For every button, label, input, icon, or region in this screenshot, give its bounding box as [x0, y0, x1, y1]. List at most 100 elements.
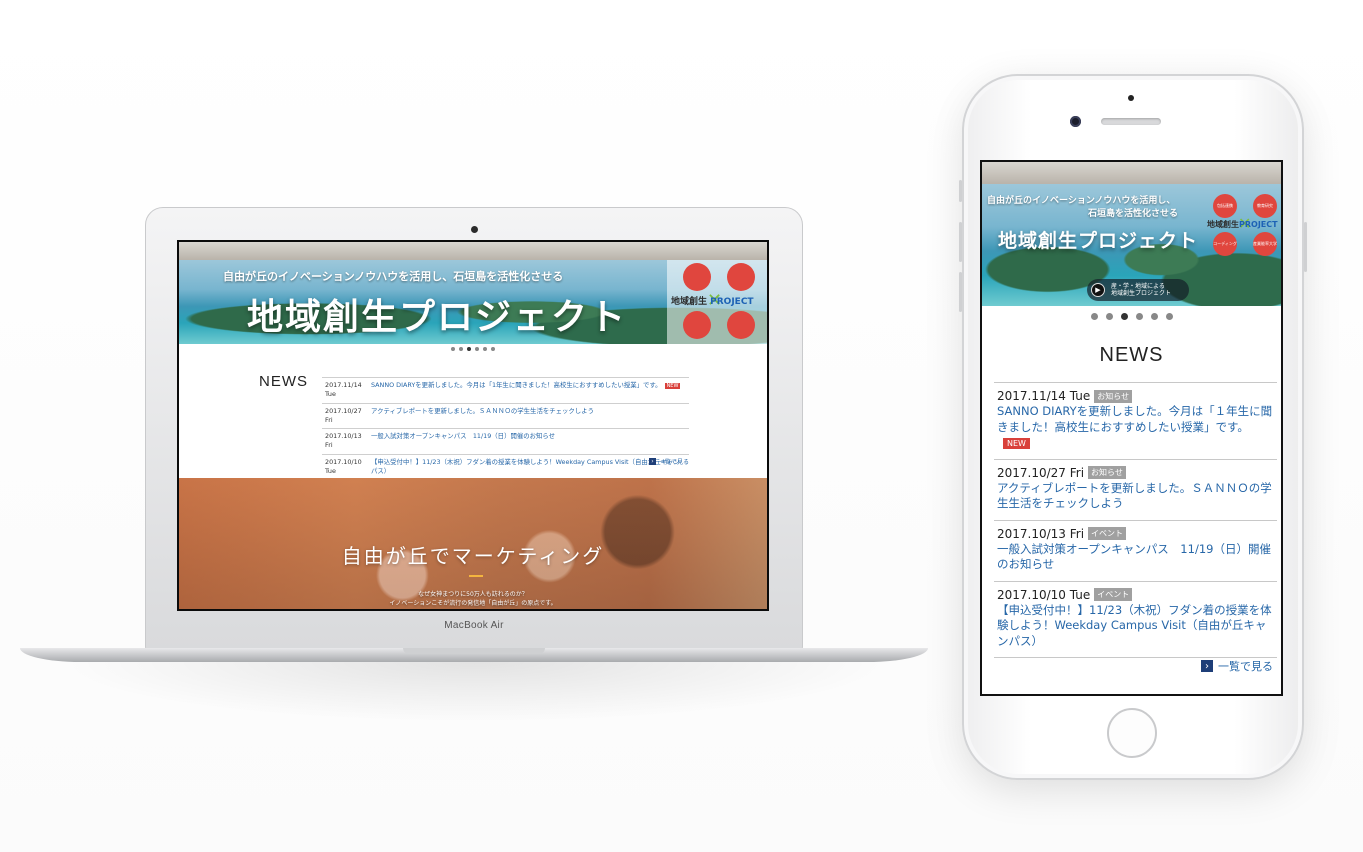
phone-hero-carousel-dot[interactable]: [1090, 312, 1098, 320]
phone-news-link[interactable]: 一般入試対策オープンキャンパス 11/19（日）開催のお知らせ: [997, 542, 1275, 573]
news-item[interactable]: 2017.11/14 Tue SANNO DIARYを更新しました。今月は「1年生…: [322, 378, 689, 404]
phone-news-tag: イベント: [1088, 527, 1127, 541]
hero-carousel-dot[interactable]: [491, 346, 495, 351]
phone-news-date: 2017.10/13 Fri: [997, 526, 1085, 541]
laptop-camera: [471, 226, 478, 233]
logo-circle-1: [683, 263, 711, 291]
phone-logo-label: 地域創生: [1207, 220, 1239, 229]
hero-carousel-dot[interactable]: [475, 346, 479, 351]
hero-carousel-dots[interactable]: [179, 345, 767, 352]
logo-circle-2: [727, 263, 755, 291]
laptop-brand: MacBook Air: [444, 620, 504, 631]
hero-carousel-dot[interactable]: [459, 346, 463, 351]
phone-video-label: 産・学・地域による 地域創生プロジェクト: [1111, 283, 1171, 297]
laptop-notch: [403, 648, 545, 654]
phone-power-button: [1304, 222, 1307, 272]
phone-logo-project: PROJECT: [1239, 220, 1278, 229]
phone-news-link[interactable]: 【申込受付中！】11/23（木祝）フダン着の授業を体験しよう！Weekday C…: [997, 603, 1275, 650]
phone-news-link[interactable]: アクティブレポートを更新しました。ＳＡＮＮＯの学生生活をチェックしよう: [997, 481, 1275, 512]
marketing-line-2: イノベーションこそが流行の発信地「自由が丘」の原点です。: [389, 600, 557, 607]
phone-volume-down: [959, 272, 962, 312]
phone-news-item[interactable]: 2017.10/10 Tue イベント 【申込受付中！】11/23（木祝）フダン着の…: [994, 582, 1277, 659]
phone-hero-subtitle-1: 自由が丘のイノベーションノウハウを活用し、: [987, 196, 1176, 206]
phone-hero-banner[interactable]: 自由が丘のイノベーションノウハウを活用し、 石垣島を活性化させる 地域創生プロジ…: [982, 184, 1281, 306]
logo-circle-4: [727, 311, 755, 339]
phone-news-date-row: 2017.11/14 Tue お知らせ: [997, 389, 1275, 403]
news-date: 2017.11/14 Tue: [325, 381, 362, 399]
news-text: 【申込受付中！】11/23（木祝）フダン着の授業を体験しよう！Weekday C…: [371, 457, 680, 475]
news-list: 2017.11/14 Tue SANNO DIARYを更新しました。今月は「1年生…: [322, 377, 689, 481]
phone-news-item[interactable]: 2017.10/27 Fri お知らせ アクティブレポートを更新しました。ＳＡＮＮＯ…: [994, 460, 1277, 521]
phone-logo-circle-1: 包括連携: [1213, 194, 1237, 218]
hero-subtitle: 自由が丘のイノベーションノウハウを活用し、石垣島を活性化させる: [223, 270, 564, 283]
news-more-label: 一覧で見る: [659, 459, 690, 466]
marketing-section[interactable]: 自由が丘でマーケティング なぜ女神まつりに50万人も訪れるのか？ イノベーション…: [179, 478, 767, 609]
phone-logo-text: 地域創生PROJECT: [1207, 219, 1278, 230]
news-link[interactable]: SANNO DIARYを更新しました。今月は「1年生に聞きました！高校生におすす…: [371, 381, 686, 390]
logo-label: 地域創生: [671, 297, 708, 307]
news-link[interactable]: 【申込受付中！】11/23（木祝）フダン着の授業を体験しよう！Weekday C…: [371, 458, 686, 477]
phone-news-date-row: 2017.10/13 Fri イベント: [997, 527, 1275, 541]
logo-project: PROJECT: [710, 297, 754, 307]
chevron-right-icon: ›: [649, 458, 656, 465]
phone-news-item[interactable]: 2017.11/14 Tue お知らせ SANNO DIARYを更新しました。今月は…: [994, 383, 1277, 460]
phone-video-button[interactable]: ▶ 産・学・地域による 地域創生プロジェクト: [1087, 279, 1189, 301]
hero-banner[interactable]: 自由が丘のイノベーションノウハウを活用し、石垣島を活性化させる 地域創生プロジェ…: [179, 260, 767, 344]
phone-news-text: アクティブレポートを更新しました。ＳＡＮＮＯの学生生活をチェックしよう: [997, 480, 1272, 511]
news-text: SANNO DIARYを更新しました。今月は「1年生に聞きました！高校生におすす…: [371, 381, 662, 389]
phone-logo-circle-2: 教育研究: [1253, 194, 1277, 218]
marketing-divider: [469, 575, 483, 577]
phone-carousel-dots[interactable]: [982, 311, 1281, 321]
phone-home-button[interactable]: [1107, 708, 1157, 758]
phone-news-date-row: 2017.10/10 Tue イベント: [997, 588, 1275, 602]
logo-circle-3: [683, 311, 711, 339]
hero-carousel-dot[interactable]: [483, 346, 487, 351]
news-date: 2017.10/27 Fri: [325, 406, 362, 424]
phone-video-label-2: 地域創生プロジェクト: [1111, 290, 1172, 297]
phone-camera: [1070, 116, 1081, 127]
logo-panel: ✕ 地域創生 PROJECT: [667, 260, 767, 344]
laptop-viewport: 自由が丘のイノベーションノウハウを活用し、石垣島を活性化させる 地域創生プロジェ…: [179, 242, 767, 609]
phone-hero-carousel-dot[interactable]: [1105, 312, 1113, 320]
hero-carousel-dot[interactable]: [467, 346, 471, 351]
phone-hero-title: 地域創生プロジェクト: [998, 230, 1199, 252]
phone-news-date: 2017.11/14 Tue: [997, 389, 1091, 403]
marketing-line-1: なぜ女神まつりに50万人も訪れるのか？: [418, 591, 528, 598]
news-item[interactable]: 2017.10/27 Fri アクティブレポートを更新しました。ＳＡＮＮＯの学生生…: [322, 404, 689, 430]
phone-sensor: [1128, 95, 1134, 101]
phone-video-label-1: 産・学・地域による: [1111, 282, 1165, 290]
phone-hero-carousel-dot[interactable]: [1165, 312, 1173, 320]
phone-volume-up: [959, 222, 962, 262]
phone-news-list: 2017.11/14 Tue お知らせ SANNO DIARYを更新しました。今月は…: [994, 382, 1277, 659]
news-title: NEWS: [259, 373, 308, 390]
news-item[interactable]: 2017.10/10 Tue 【申込受付中！】11/23（木祝）フダン着の授業を体…: [322, 455, 689, 481]
news-link[interactable]: 一般入試対策オープンキャンパス 11/19（日）開催のお知らせ: [371, 432, 686, 441]
laptop-shadow: [60, 662, 890, 722]
phone-news-tag: お知らせ: [1088, 466, 1126, 480]
news-text: 一般入試対策オープンキャンパス 11/19（日）開催のお知らせ: [371, 432, 556, 441]
play-icon: ▶: [1091, 283, 1105, 297]
phone-news-title: NEWS: [1099, 344, 1164, 366]
phone-hero-carousel-dot[interactable]: [1120, 312, 1128, 320]
phone-hero-carousel-dot[interactable]: [1150, 312, 1158, 320]
phone-news-text: 【申込受付中！】11/23（木祝）フダン着の授業を体験しよう！Weekday C…: [997, 602, 1272, 648]
phone-new-badge: NEW: [1003, 438, 1030, 450]
phone-mute-switch: [959, 180, 962, 202]
phone-news-more-link[interactable]: › 一覧で見る: [1201, 658, 1273, 674]
phone-speaker: [1101, 118, 1161, 125]
news-text: アクティブレポートを更新しました。ＳＡＮＮＯの学生生活をチェックしよう: [371, 406, 594, 415]
news-date: 2017.10/10 Tue: [325, 457, 362, 475]
news-item[interactable]: 2017.10/13 Fri 一般入試対策オープンキャンパス 11/19（日）開催…: [322, 429, 689, 455]
news-more-link[interactable]: › 一覧で見る: [649, 457, 689, 466]
phone-news-link[interactable]: SANNO DIARYを更新しました。今月は「１年生に聞きました！高校生におすす…: [997, 404, 1275, 451]
phone-news-tag: イベント: [1094, 588, 1133, 602]
hero-carousel-dot[interactable]: [451, 346, 455, 351]
phone-news-date: 2017.10/10 Tue: [997, 587, 1091, 602]
phone-news-date: 2017.10/27 Fri: [997, 465, 1085, 480]
phone-news-tag: お知らせ: [1094, 389, 1133, 403]
phone-news-text: 一般入試対策オープンキャンパス 11/19（日）開催のお知らせ: [997, 541, 1271, 572]
phone-hero-carousel-dot[interactable]: [1135, 312, 1143, 320]
news-link[interactable]: アクティブレポートを更新しました。ＳＡＮＮＯの学生生活をチェックしよう: [371, 407, 686, 416]
phone-news-item[interactable]: 2017.10/13 Fri イベント 一般入試対策オープンキャンパス 11/19（…: [994, 521, 1277, 582]
chevron-right-icon: ›: [1201, 660, 1213, 672]
